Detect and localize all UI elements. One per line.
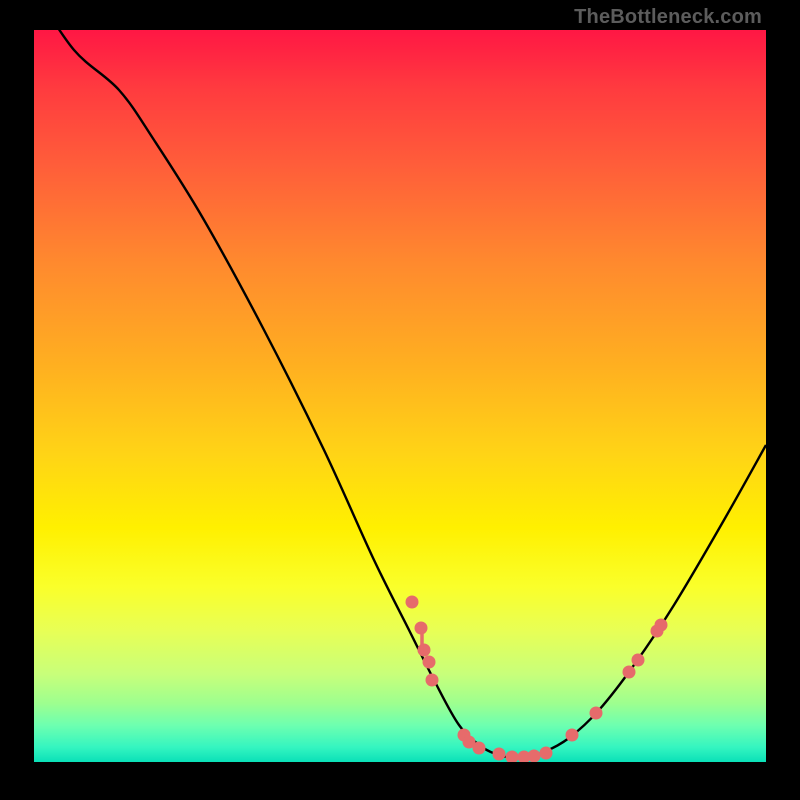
marker-group	[406, 596, 668, 763]
marker-dot	[473, 742, 486, 755]
marker-dot	[493, 748, 506, 761]
bottleneck-curve	[34, 30, 766, 758]
chart-svg	[34, 30, 766, 762]
plot-area	[34, 30, 766, 762]
marker-dot	[406, 596, 419, 609]
marker-dot	[423, 656, 436, 669]
marker-dot	[528, 750, 541, 763]
marker-dot	[418, 644, 431, 657]
marker-dot	[623, 666, 636, 679]
marker-dot	[566, 729, 579, 742]
marker-dot	[632, 654, 645, 667]
watermark-label: TheBottleneck.com	[574, 6, 762, 29]
marker-dot	[506, 751, 519, 763]
marker-dot	[655, 619, 668, 632]
marker-dot	[590, 707, 603, 720]
marker-dot	[540, 747, 553, 760]
chart-stage: TheBottleneck.com	[0, 0, 800, 800]
marker-dot	[426, 674, 439, 687]
